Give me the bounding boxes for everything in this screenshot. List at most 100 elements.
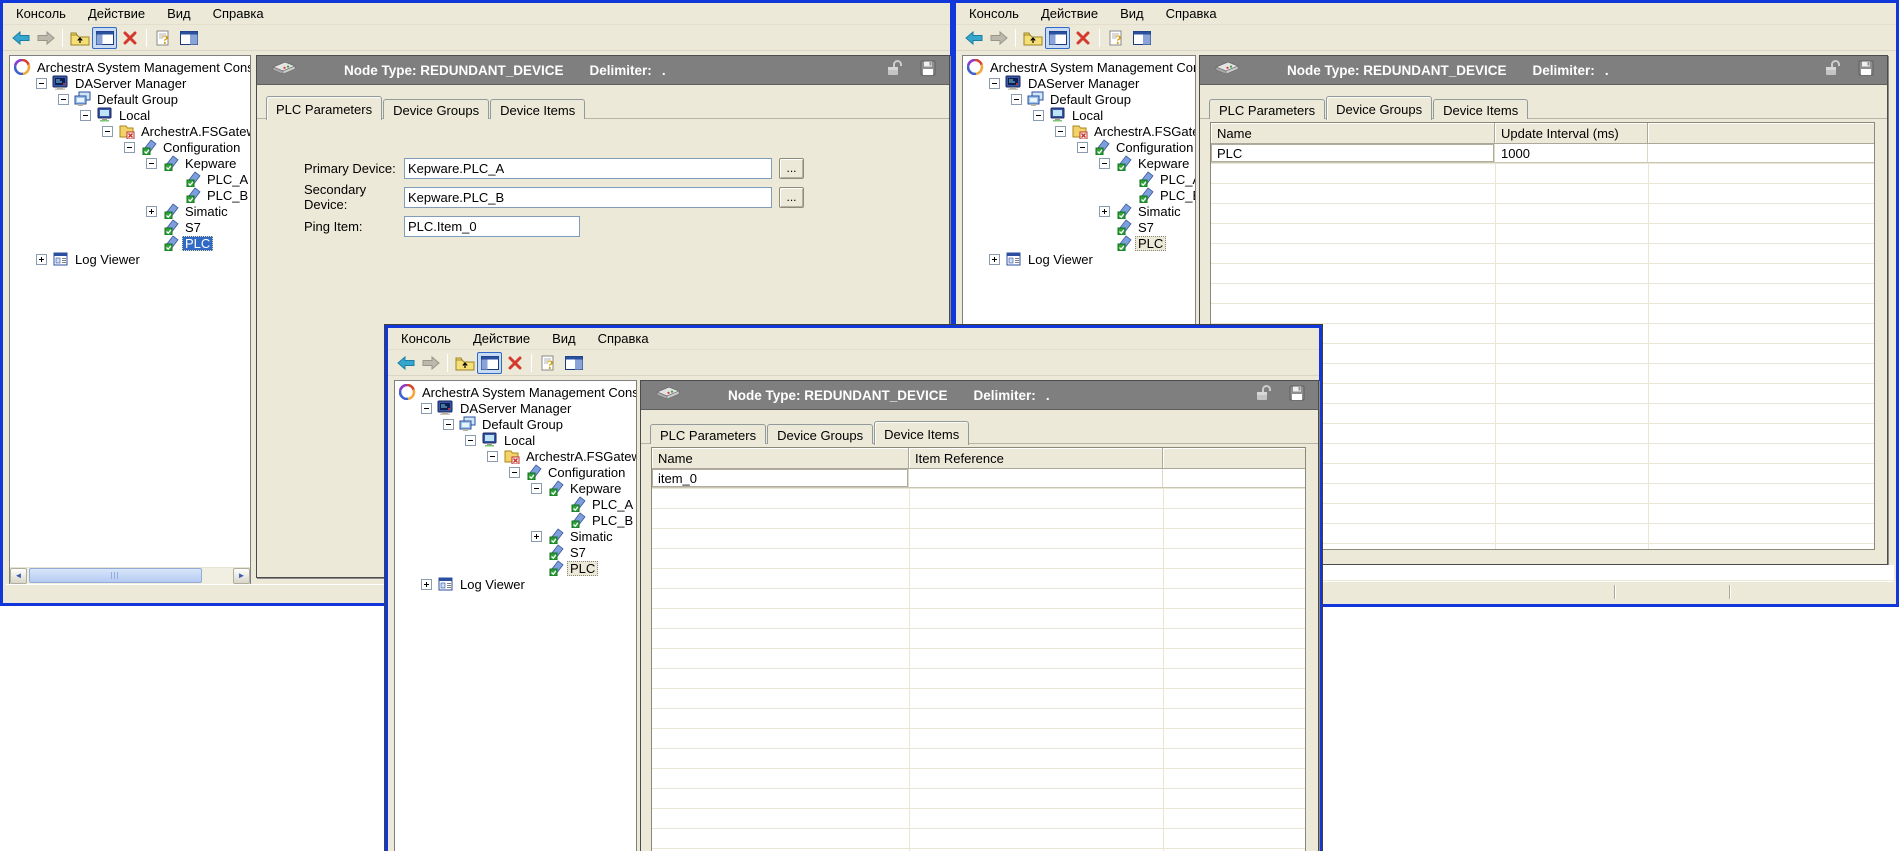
- show-hide-detail-pane-icon[interactable]: [561, 352, 586, 374]
- tree-expander-icon[interactable]: [124, 142, 135, 153]
- tree-item[interactable]: S7: [395, 544, 636, 560]
- tab-device-items[interactable]: Device Items: [1433, 99, 1528, 119]
- tree-expander-icon[interactable]: [36, 78, 47, 89]
- tree-item[interactable]: PLC: [395, 560, 636, 576]
- delete-icon[interactable]: [1070, 27, 1095, 49]
- menu-item[interactable]: Вид: [1109, 4, 1155, 23]
- lock-icon[interactable]: [885, 59, 905, 82]
- tree-expander-icon[interactable]: [1099, 206, 1110, 217]
- tree-item[interactable]: PLC_A: [10, 171, 250, 187]
- tree-item[interactable]: DAServer Manager: [963, 75, 1195, 91]
- device-item-name-cell[interactable]: item_0: [652, 469, 909, 487]
- update-interval-cell[interactable]: 1000: [1495, 144, 1648, 162]
- tree-expander-icon[interactable]: [36, 254, 47, 265]
- tree-item[interactable]: Kepware: [963, 155, 1195, 171]
- tree-expander-icon[interactable]: [1077, 142, 1088, 153]
- table-row[interactable]: PLC 1000: [1211, 144, 1874, 163]
- lock-icon[interactable]: [1823, 59, 1843, 82]
- tree-item[interactable]: ArchestrA.FSGateway.3: [963, 123, 1195, 139]
- scroll-right-icon[interactable]: ►: [233, 568, 250, 584]
- menu-item[interactable]: Вид: [541, 329, 587, 348]
- tab-plc-parameters[interactable]: PLC Parameters: [1209, 99, 1325, 119]
- tree-expander-icon[interactable]: [531, 483, 542, 494]
- menu-item[interactable]: Справка: [202, 4, 275, 23]
- help-icon[interactable]: ?: [151, 27, 176, 49]
- show-hide-console-tree-icon[interactable]: [92, 27, 117, 49]
- tree-item[interactable]: Default Group: [963, 91, 1195, 107]
- tree-item[interactable]: PLC_A: [963, 171, 1195, 187]
- tree-item[interactable]: Local: [10, 107, 250, 123]
- forward-icon[interactable]: [33, 27, 58, 49]
- tree-item[interactable]: ArchestrA System Management Console (KST: [10, 59, 250, 75]
- save-icon[interactable]: [1288, 384, 1306, 407]
- table-row[interactable]: item_0: [652, 469, 1305, 488]
- menu-item[interactable]: Справка: [1155, 4, 1228, 23]
- tree-item[interactable]: PLC: [963, 235, 1195, 251]
- tree-item[interactable]: PLC_B: [963, 187, 1195, 203]
- column-header-blank[interactable]: [1648, 123, 1874, 144]
- forward-icon[interactable]: [418, 352, 443, 374]
- up-one-level-icon[interactable]: [67, 27, 92, 49]
- tree-expander-icon[interactable]: [487, 451, 498, 462]
- tree-expander-icon[interactable]: [989, 254, 1000, 265]
- tree-item[interactable]: Local: [395, 432, 636, 448]
- back-icon[interactable]: [961, 27, 986, 49]
- tab-device-items[interactable]: Device Items: [874, 421, 969, 445]
- tree-item[interactable]: DAServer Manager: [10, 75, 250, 91]
- back-icon[interactable]: [393, 352, 418, 374]
- tab-device-groups[interactable]: Device Groups: [1326, 96, 1432, 120]
- tree-expander-icon[interactable]: [509, 467, 520, 478]
- column-header-blank[interactable]: [1163, 448, 1305, 469]
- tree-expander-icon[interactable]: [1033, 110, 1044, 121]
- tree-item[interactable]: ArchestrA System Management Console (KST: [395, 384, 636, 400]
- scroll-left-icon[interactable]: ◄: [10, 568, 27, 584]
- tree-expander-icon[interactable]: [421, 403, 432, 414]
- tree-expander-icon[interactable]: [989, 78, 1000, 89]
- tab-plc-parameters[interactable]: PLC Parameters: [266, 96, 382, 120]
- tree-item[interactable]: DAServer Manager: [395, 400, 636, 416]
- tree-item[interactable]: Simatic: [10, 203, 250, 219]
- back-icon[interactable]: [8, 27, 33, 49]
- tree-item[interactable]: Configuration: [10, 139, 250, 155]
- tree-item[interactable]: ArchestrA.FSGateway.3: [10, 123, 250, 139]
- tree-item[interactable]: PLC_B: [10, 187, 250, 203]
- menu-item[interactable]: Вид: [156, 4, 202, 23]
- tree-item[interactable]: PLC_B: [395, 512, 636, 528]
- tree-item[interactable]: Local: [963, 107, 1195, 123]
- scrollbar-thumb[interactable]: [29, 568, 202, 583]
- save-icon[interactable]: [919, 59, 937, 82]
- delete-icon[interactable]: [502, 352, 527, 374]
- show-hide-console-tree-icon[interactable]: [1045, 27, 1070, 49]
- device-group-name-cell[interactable]: PLC: [1211, 144, 1495, 162]
- up-one-level-icon[interactable]: [452, 352, 477, 374]
- primary-device-browse-button[interactable]: ...: [779, 158, 804, 179]
- tree-item[interactable]: Kepware: [10, 155, 250, 171]
- blank-cell[interactable]: [1163, 469, 1305, 487]
- show-hide-console-tree-icon[interactable]: [477, 352, 502, 374]
- forward-icon[interactable]: [986, 27, 1011, 49]
- tree-expander-icon[interactable]: [465, 435, 476, 446]
- menu-item[interactable]: Консоль: [958, 4, 1030, 23]
- tree-item[interactable]: S7: [10, 219, 250, 235]
- tab-device-groups[interactable]: Device Groups: [767, 424, 873, 444]
- tree-expander-icon[interactable]: [1055, 126, 1066, 137]
- tree-horizontal-scrollbar[interactable]: ◄ ►: [10, 567, 250, 584]
- tree-expander-icon[interactable]: [80, 110, 91, 121]
- tree-expander-icon[interactable]: [531, 531, 542, 542]
- tree-item[interactable]: Kepware: [395, 480, 636, 496]
- ping-item-input[interactable]: [404, 216, 580, 237]
- blank-cell[interactable]: [1648, 144, 1874, 162]
- tree-expander-icon[interactable]: [146, 158, 157, 169]
- menu-item[interactable]: Действие: [1030, 4, 1109, 23]
- tree-expander-icon[interactable]: [102, 126, 113, 137]
- column-header-item-reference[interactable]: Item Reference: [909, 448, 1163, 469]
- menu-item[interactable]: Справка: [587, 329, 660, 348]
- tree-expander-icon[interactable]: [58, 94, 69, 105]
- tab-device-groups[interactable]: Device Groups: [383, 99, 489, 119]
- tab-plc-parameters[interactable]: PLC Parameters: [650, 424, 766, 444]
- lock-icon[interactable]: [1254, 384, 1274, 407]
- tree-item[interactable]: PLC: [10, 235, 250, 251]
- item-reference-cell[interactable]: [909, 469, 1163, 487]
- show-hide-detail-pane-icon[interactable]: [176, 27, 201, 49]
- tree-item[interactable]: PLC_A: [395, 496, 636, 512]
